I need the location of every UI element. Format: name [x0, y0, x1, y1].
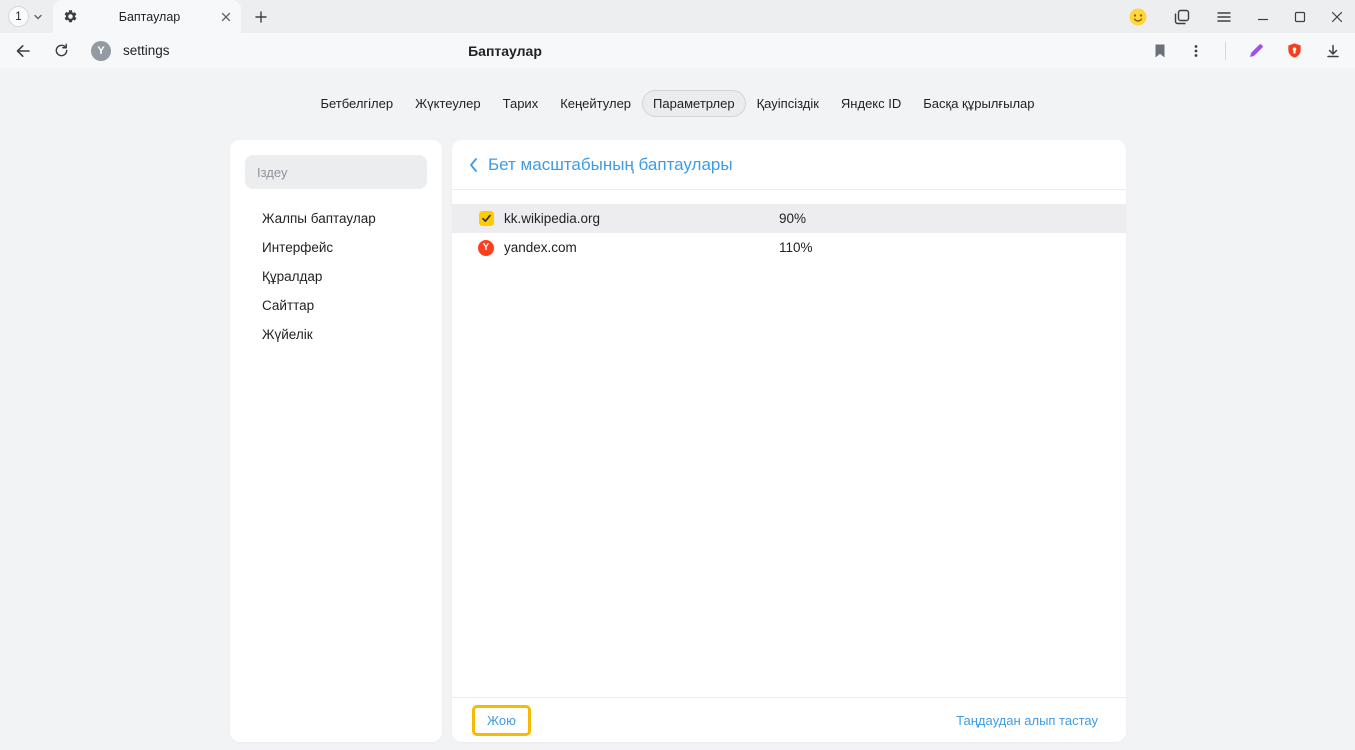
reload-button[interactable]: [53, 42, 70, 59]
nav-tab-settings[interactable]: Параметрлер: [642, 90, 746, 117]
sidebar-item-general[interactable]: Жалпы баптаулар: [245, 204, 427, 233]
window-close-button[interactable]: [1331, 11, 1343, 23]
settings-content: Жалпы баптаулар Интерфейс Құралдар Сайтт…: [230, 140, 1126, 742]
nav-tab-security[interactable]: Қауіпсіздік: [746, 90, 830, 117]
panel-footer: Жою Таңдаудан алып тастау: [452, 697, 1126, 742]
site-name: kk.wikipedia.org: [504, 211, 779, 226]
kebab-menu-icon[interactable]: [1189, 44, 1203, 58]
omnibox-page-title: Баптаулар: [468, 43, 542, 59]
maximize-button[interactable]: [1294, 11, 1306, 23]
deselect-all-link[interactable]: Таңдаудан алып тастау: [956, 713, 1098, 728]
nav-tab-extensions[interactable]: Кеңейтулер: [549, 90, 642, 117]
panel-header: Бет масштабының баптаулары: [452, 140, 1126, 190]
tabbar-right-controls: [1128, 7, 1343, 27]
tab-title: Баптаулар: [78, 10, 221, 24]
tab-close-icon[interactable]: [221, 12, 231, 22]
search-input[interactable]: [245, 155, 427, 189]
site-zoom-value: 110%: [779, 240, 813, 255]
settings-sidebar: Жалпы баптаулар Интерфейс Құралдар Сайтт…: [230, 140, 442, 742]
row-lead: [478, 211, 494, 227]
checkbox-checked-icon[interactable]: [479, 211, 494, 226]
nav-tab-history[interactable]: Тарих: [492, 90, 550, 117]
browser-tab-settings[interactable]: Баптаулар: [53, 0, 241, 33]
site-zoom-value: 90%: [779, 211, 806, 226]
url-text[interactable]: settings: [123, 43, 170, 58]
zoom-settings-panel: Бет масштабының баптаулары kk.wikipedia.…: [452, 140, 1126, 742]
protect-shield-icon[interactable]: [1286, 42, 1303, 59]
toolbar-left-controls: Y settings: [14, 41, 170, 61]
new-tab-button[interactable]: [254, 10, 268, 24]
yandex-favicon-icon: Y: [478, 240, 494, 256]
delete-button[interactable]: Жою: [472, 705, 531, 736]
tab-bar: 1 Баптаулар: [0, 0, 1355, 33]
nav-tab-bookmarks[interactable]: Бетбелгілер: [309, 90, 404, 117]
site-zoom-list: kk.wikipedia.org 90% Y yandex.com 110%: [452, 190, 1126, 697]
hamburger-menu-icon[interactable]: [1216, 9, 1232, 25]
toolbar-divider: [1225, 42, 1226, 60]
site-zoom-row[interactable]: kk.wikipedia.org 90%: [452, 204, 1126, 233]
minimize-button[interactable]: [1257, 11, 1269, 23]
sidebar-item-tools[interactable]: Құралдар: [245, 262, 427, 291]
back-chevron-icon[interactable]: [466, 155, 480, 175]
sidebar-items: Жалпы баптаулар Интерфейс Құралдар Сайтт…: [245, 204, 427, 349]
site-name: yandex.com: [504, 240, 779, 255]
site-icon[interactable]: Y: [91, 41, 111, 61]
row-lead: Y: [478, 240, 494, 256]
downloads-icon[interactable]: [1325, 43, 1341, 59]
pen-icon[interactable]: [1248, 43, 1264, 59]
tab-count-badge[interactable]: 1: [8, 6, 29, 27]
sidebar-item-system[interactable]: Жүйелік: [245, 320, 427, 349]
tabs-panel-icon[interactable]: [1173, 8, 1191, 26]
tab-list-button[interactable]: 1: [8, 6, 43, 27]
site-zoom-row[interactable]: Y yandex.com 110%: [452, 233, 1126, 262]
panel-title: Бет масштабының баптаулары: [488, 155, 733, 175]
back-button[interactable]: [14, 42, 32, 60]
sidebar-item-sites[interactable]: Сайттар: [245, 291, 427, 320]
promo-smiley-icon[interactable]: [1128, 7, 1148, 27]
address-toolbar: Y settings Баптаулар: [0, 33, 1355, 68]
nav-tab-downloads[interactable]: Жүктеулер: [404, 90, 492, 117]
gear-icon: [63, 9, 78, 24]
chevron-down-icon: [33, 12, 43, 22]
toolbar-right-controls: [1153, 42, 1341, 60]
settings-page: Бетбелгілер Жүктеулер Тарих Кеңейтулер П…: [0, 68, 1355, 750]
bookmark-icon[interactable]: [1153, 43, 1167, 59]
settings-nav: Бетбелгілер Жүктеулер Тарих Кеңейтулер П…: [0, 68, 1355, 117]
nav-tab-yandex-id[interactable]: Яндекс ID: [830, 90, 912, 117]
nav-tab-other-devices[interactable]: Басқа құрылғылар: [912, 90, 1045, 117]
sidebar-item-interface[interactable]: Интерфейс: [245, 233, 427, 262]
